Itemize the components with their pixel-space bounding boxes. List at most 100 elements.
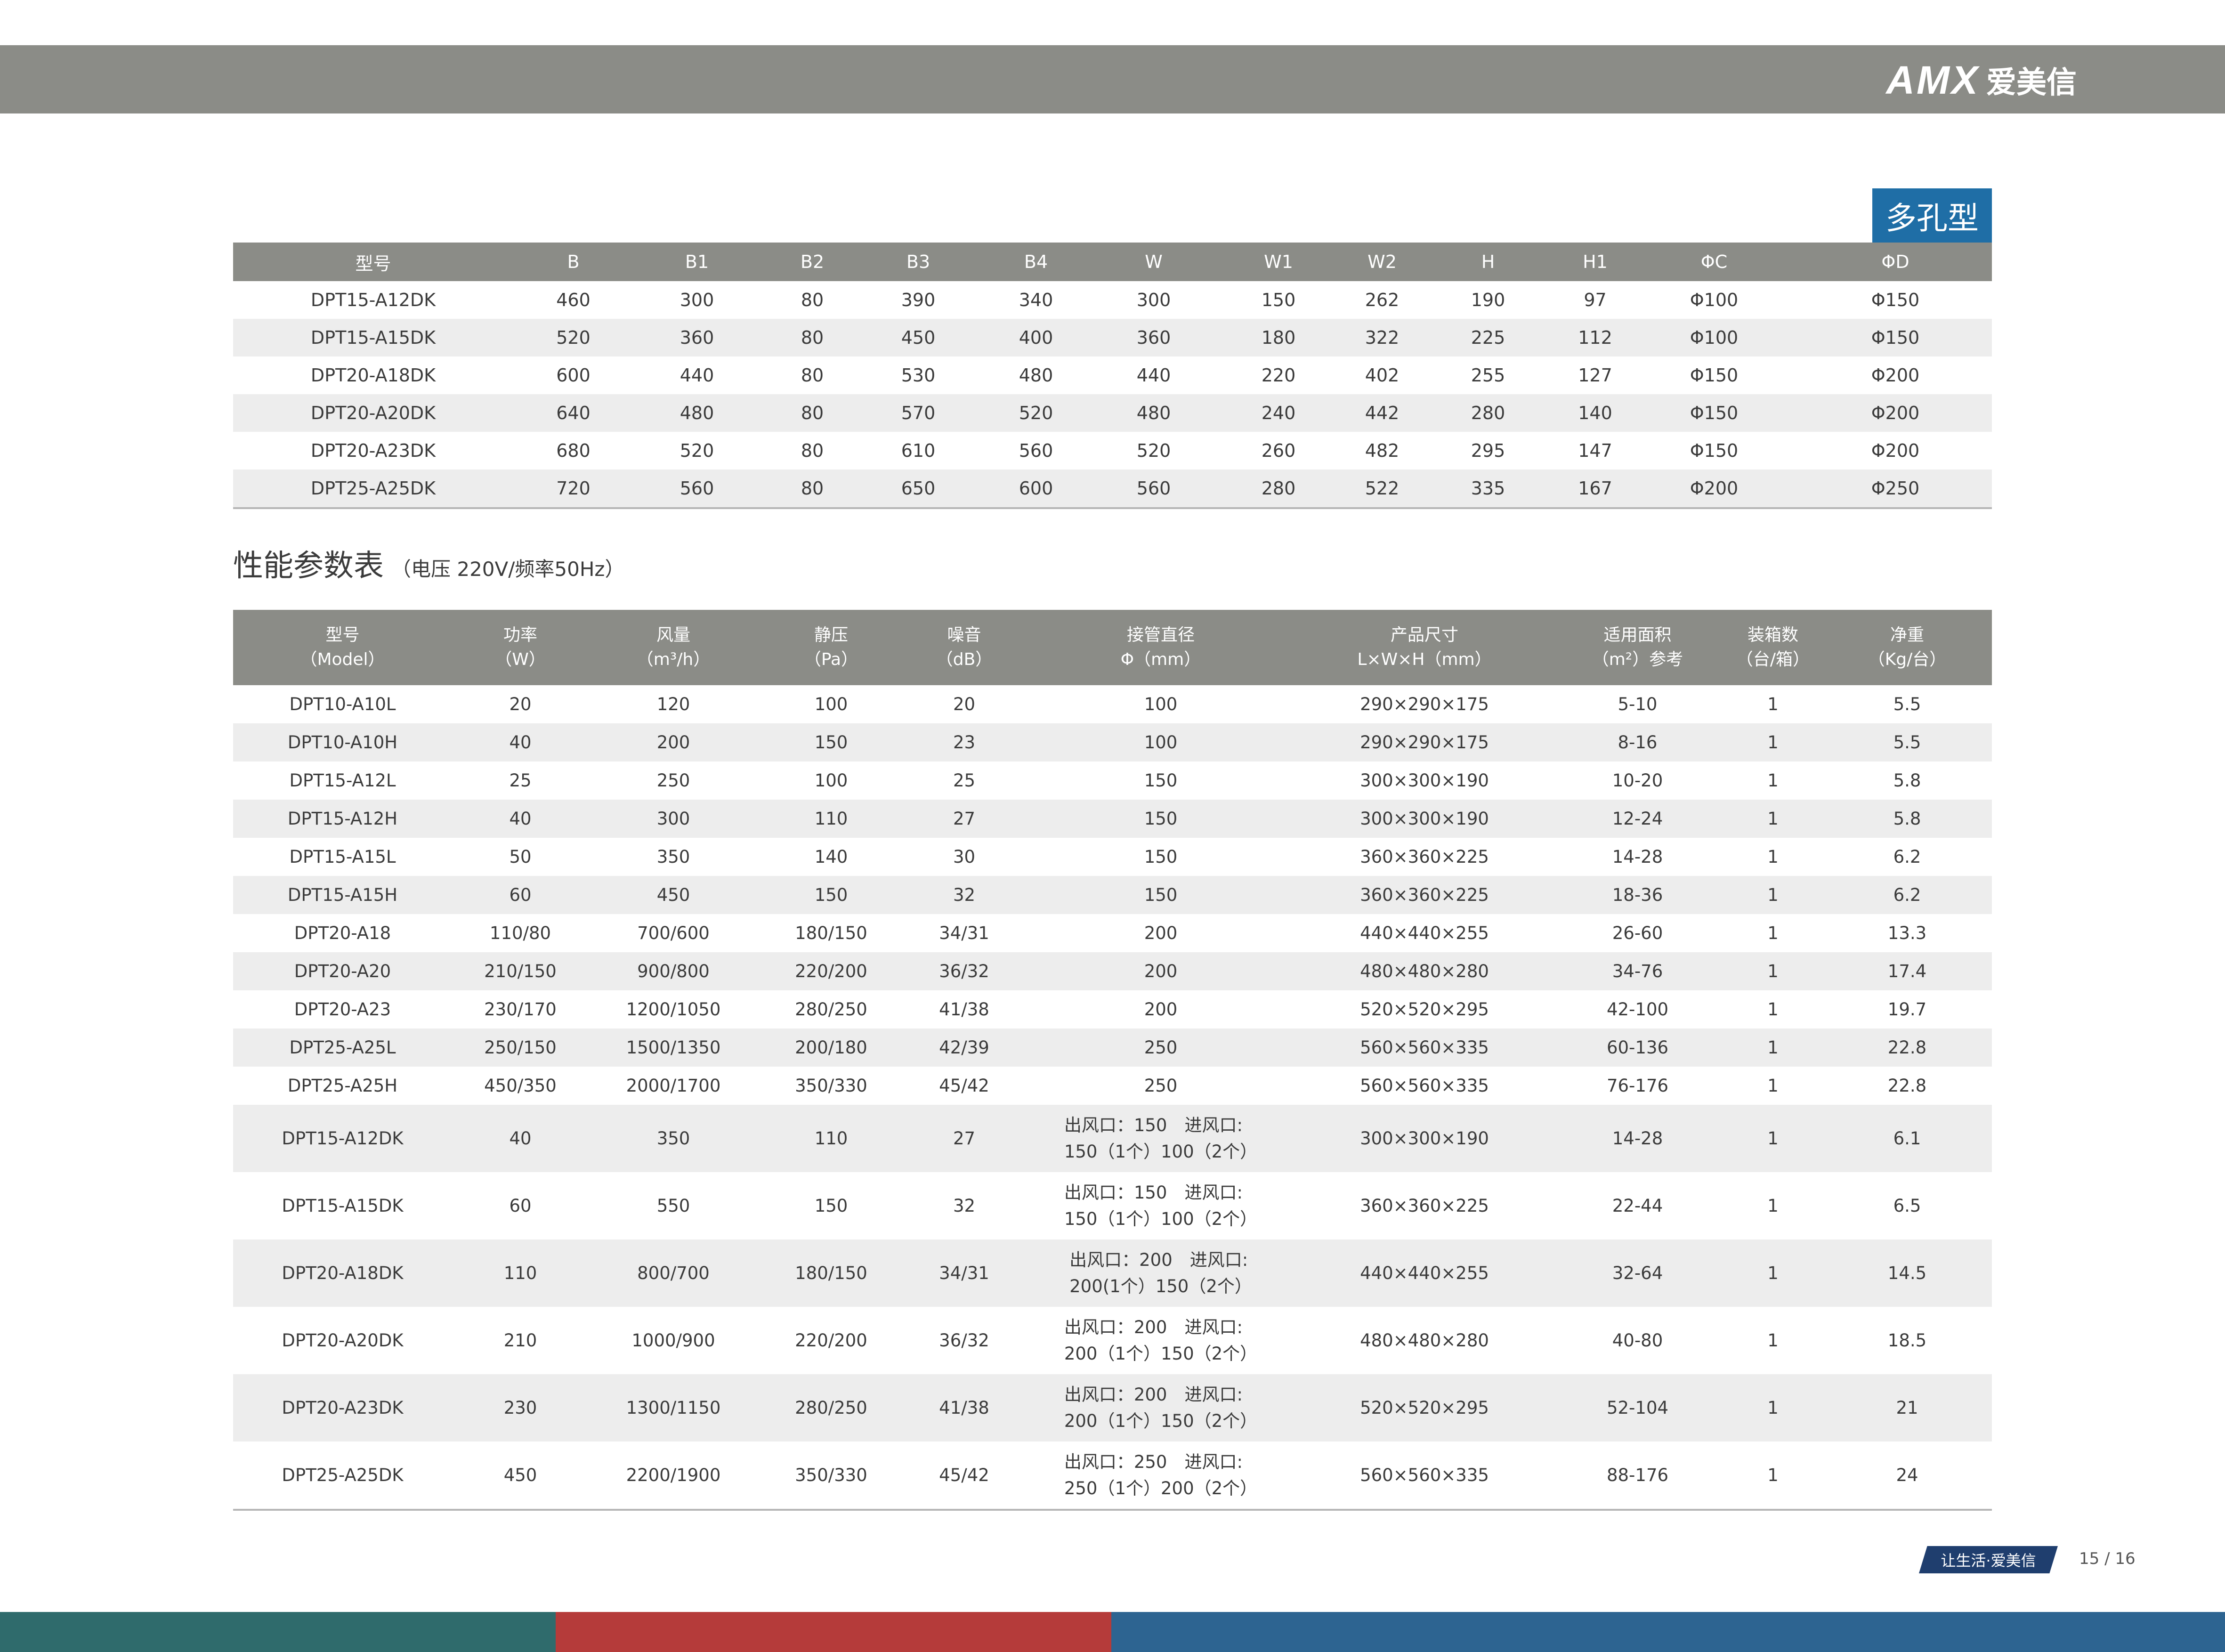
dimension-cell: DPT15-A12DK: [310, 290, 436, 310]
dimension-cell: 80: [761, 470, 864, 509]
performance-cell: 100: [1024, 723, 1297, 761]
performance-cell: 450/350: [484, 1076, 557, 1096]
pipe-diameter: 200: [1144, 996, 1178, 1023]
performance-cell: 36/32: [904, 952, 1024, 990]
performance-cell: 200: [1024, 990, 1297, 1028]
dimension-header-cell: W: [1100, 243, 1208, 281]
performance-cell: 40: [452, 723, 589, 761]
performance-cell: 18-36: [1552, 876, 1723, 914]
performance-cell: 110/80: [489, 923, 551, 943]
dimension-cell: 480: [1019, 365, 1053, 386]
performance-cell: 40: [452, 1105, 589, 1172]
performance-cell: 12-24: [1552, 800, 1723, 838]
performance-cell: DPT15-A12H: [233, 800, 452, 838]
performance-cell: 34/31: [939, 923, 989, 943]
performance-header-cell: 接管直径 Φ（mm）: [1024, 610, 1297, 685]
performance-cell: DPT15-A15L: [289, 847, 396, 867]
performance-cell: 1: [1767, 999, 1779, 1020]
pipe-line: 150（1个）100（2个）: [1064, 1208, 1258, 1229]
performance-cell: 32: [904, 876, 1024, 914]
performance-cell: 52-104: [1552, 1374, 1723, 1441]
dimension-cell: 530: [901, 365, 936, 386]
performance-cell: 34/31: [904, 1239, 1024, 1307]
performance-cell: 220/200: [795, 1330, 867, 1351]
performance-cell: 1: [1767, 1330, 1779, 1351]
performance-cell: 280/250: [795, 999, 867, 1020]
performance-subtitle: （电压 220V/频率50Hz）: [391, 558, 625, 581]
dimension-cell: 300: [680, 290, 714, 310]
performance-cell: 10-20: [1612, 770, 1663, 791]
dimension-cell: 240: [1208, 394, 1349, 432]
performance-cell: 23: [904, 723, 1024, 761]
performance-row: DPT20-A18 110/80 700/600 180/150 34/31 200 440…: [233, 914, 1992, 952]
performance-cell: DPT20-A20DK: [282, 1330, 404, 1351]
performance-row: DPT15-A12L 25 250 100 25 150 300×300×190 10-20 1…: [233, 761, 1992, 800]
dimension-cell: 560: [1100, 470, 1208, 509]
performance-cell: 230/170: [484, 999, 557, 1020]
performance-cell: 1: [1767, 770, 1779, 791]
dimension-header-cell: W2: [1349, 243, 1415, 281]
dimension-row: DPT20-A20DK 640 480 80 570 520 480 240 442 280 140…: [233, 394, 1992, 432]
performance-cell: 40: [452, 800, 589, 838]
dimension-cell: 570: [864, 394, 972, 432]
dimension-cell: 80: [761, 394, 864, 432]
pipe-diameter: 200: [1144, 958, 1178, 985]
performance-cell: 1: [1723, 1441, 1822, 1511]
performance-cell: 34-76: [1552, 952, 1723, 990]
header-line: （m³/h）: [636, 650, 711, 669]
header-line: 型号: [325, 625, 360, 645]
performance-cell: 36/32: [939, 1330, 989, 1351]
performance-cell: 88-176: [1552, 1441, 1723, 1511]
performance-row: DPT20-A18DK 110 800/700 180/150 34/31 出风口：200…: [233, 1239, 1992, 1307]
dimension-header-cell: B4: [972, 243, 1100, 281]
dimension-cell: Φ150: [1871, 290, 1920, 310]
dimension-cell: 610: [901, 440, 936, 461]
dimension-header-cell: B: [513, 243, 633, 281]
pipe-diameter: 150: [1144, 768, 1178, 794]
performance-cell: 300: [589, 800, 758, 838]
pipe-line: 150: [1144, 884, 1178, 905]
performance-cell: 出风口：200 进风口: 200（1个）150（2个）: [1024, 1374, 1297, 1441]
performance-header-cell: 型号 （Model）: [233, 610, 452, 685]
performance-cell: 25: [509, 770, 532, 791]
dimension-table: 型号 B B1 B2 B3 B4 W W1 W2 H H1 ΦC ΦD DPT15-A12DK 460 30…: [233, 243, 1992, 509]
performance-cell: 100: [1024, 685, 1297, 723]
dimension-row: DPT15-A12DK 460 300 80 390 340 300 150 262 190 97 Φ…: [233, 281, 1992, 319]
dimension-cell: Φ200: [1799, 394, 1992, 432]
logo-latin: AMX: [1886, 57, 1980, 102]
dimension-cell: 335: [1415, 470, 1561, 509]
performance-cell: 60-136: [1552, 1028, 1723, 1067]
pipe-diameter: 100: [1144, 691, 1178, 718]
performance-row: DPT15-A15DK 60 550 150 32 出风口：150 进风口: 150（1个）…: [233, 1172, 1992, 1239]
pipe-line: 出风口：150 进风口:: [1064, 1182, 1243, 1203]
dimension-cell: 640: [513, 394, 633, 432]
performance-header-cell: 净重 （Kg/台）: [1822, 610, 1992, 685]
performance-cell: DPT25-A25DK: [233, 1441, 452, 1511]
header-line: （dB）: [936, 650, 993, 669]
performance-cell: 出风口：150 进风口: 150（1个）100（2个）: [1024, 1172, 1297, 1239]
dimension-cell: 150: [1261, 290, 1296, 310]
performance-cell: 150: [1024, 761, 1297, 800]
performance-cell: 60: [452, 876, 589, 914]
performance-cell: 20: [509, 694, 532, 714]
performance-cell: 230: [452, 1374, 589, 1441]
dimension-body: DPT15-A12DK 460 300 80 390 340 300 150 262 190 97 Φ…: [233, 281, 1992, 509]
dimension-cell: Φ250: [1799, 470, 1992, 509]
performance-cell: 300×300×190: [1360, 770, 1489, 791]
dimension-cell: 520: [1136, 440, 1171, 461]
performance-cell: 18.5: [1887, 1330, 1927, 1351]
dimension-cell: DPT20-A20DK: [233, 394, 513, 432]
performance-row: DPT20-A20DK 210 1000/900 220/200 36/32 出风口：20…: [233, 1307, 1992, 1374]
performance-cell: 520×520×295: [1297, 1374, 1552, 1441]
header-line: 静压: [814, 625, 848, 645]
performance-cell: 1: [1767, 1076, 1779, 1096]
header-line: （m²）参考: [1592, 650, 1683, 669]
performance-cell: 1: [1767, 923, 1779, 943]
performance-cell: 360×360×225: [1297, 876, 1552, 914]
performance-cell: 14-28: [1612, 847, 1663, 867]
performance-cell: 6.1: [1822, 1105, 1992, 1172]
performance-header-cell: 风量 （m³/h）: [589, 610, 758, 685]
performance-row: DPT25-A25H 450/350 2000/1700 350/330 45/42 25…: [233, 1067, 1992, 1105]
performance-cell: DPT15-A12DK: [233, 1105, 452, 1172]
performance-cell: 150: [1024, 876, 1297, 914]
